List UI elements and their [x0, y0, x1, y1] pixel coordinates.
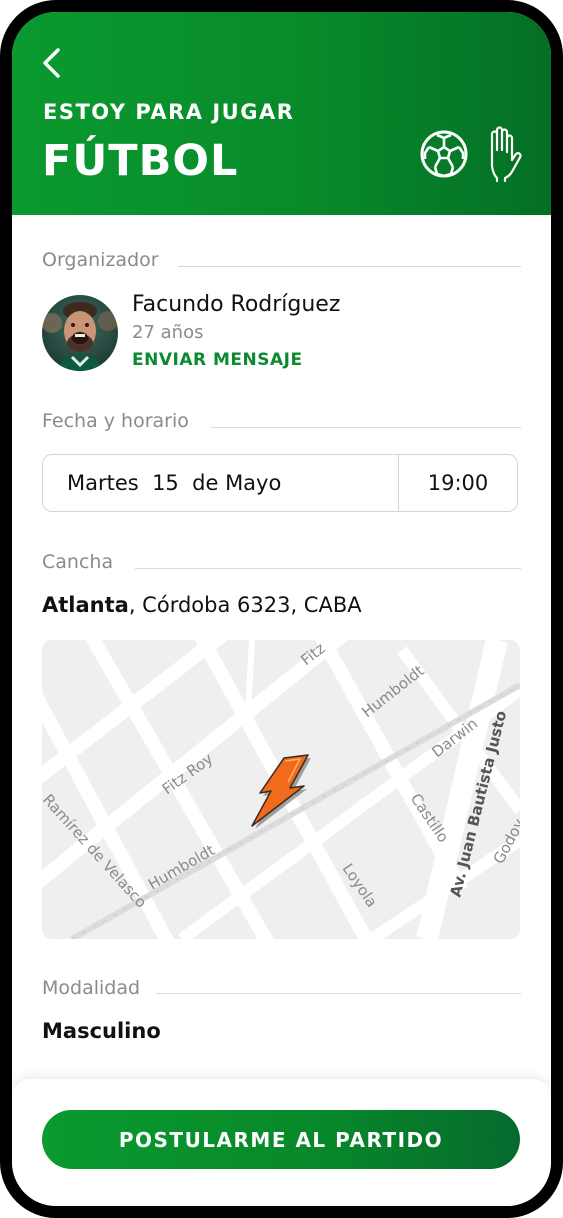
date-time-field[interactable]: Martes 15 de Mayo 19:00	[42, 454, 518, 512]
apply-to-match-button[interactable]: POSTULARME AL PARTIDO	[42, 1110, 520, 1169]
send-message-link[interactable]: ENVIAR MENSAJE	[132, 350, 303, 370]
court-address: Atlanta, Córdoba 6323, CABA	[42, 593, 362, 617]
divider	[156, 993, 521, 994]
court-venue: Atlanta	[42, 593, 129, 617]
back-arrow-icon[interactable]	[38, 46, 68, 80]
avatar	[42, 295, 118, 371]
organizer-age: 27 años	[132, 322, 204, 343]
phone-frame: ESTOY PARA JUGAR FÚTBOL Organizador Facu…	[0, 0, 563, 1218]
divider	[178, 266, 521, 267]
map[interactable]: Fitz Roy Humboldt Humboldt Darwin Castil…	[42, 640, 520, 939]
court-street: , Córdoba 6323, CABA	[128, 593, 362, 617]
divider	[135, 568, 521, 569]
organizer-name: Facundo Rodríguez	[132, 292, 341, 317]
court-section-label: Cancha	[42, 551, 114, 573]
schedule-section-label: Fecha y horario	[42, 410, 189, 432]
divider	[211, 427, 521, 428]
date-value[interactable]: Martes 15 de Mayo	[67, 471, 281, 495]
raised-hand-icon	[490, 126, 522, 182]
header-subtitle: ESTOY PARA JUGAR	[43, 100, 295, 124]
modality-section-label: Modalidad	[42, 977, 141, 999]
page-title: FÚTBOL	[42, 136, 239, 186]
soccer-ball-icon	[420, 130, 468, 178]
organizer-section-label: Organizador	[42, 249, 159, 271]
header: ESTOY PARA JUGAR FÚTBOL	[12, 12, 551, 215]
time-value[interactable]: 19:00	[398, 471, 518, 495]
modality-value: Masculino	[42, 1019, 161, 1043]
